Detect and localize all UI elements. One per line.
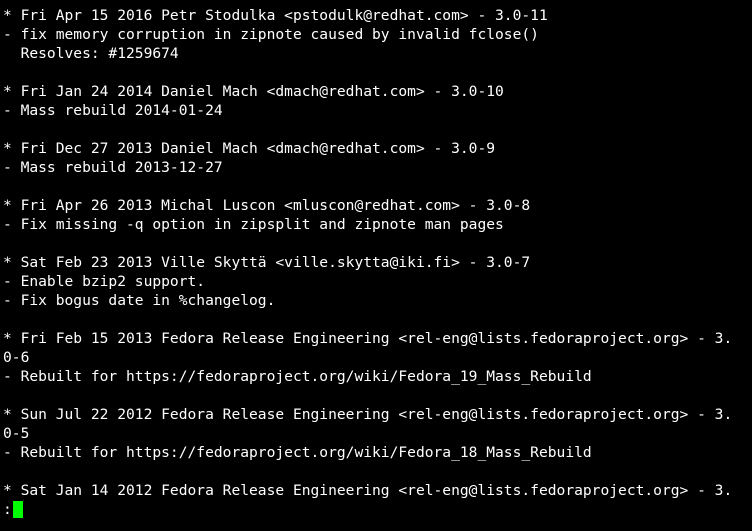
terminal-line: Resolves: #1259674 <box>3 45 179 62</box>
terminal-line: * Sat Feb 23 2013 Ville Skyttä <ville.sk… <box>3 254 531 271</box>
terminal-line: * Sun Jul 22 2012 Fedora Release Enginee… <box>3 406 733 423</box>
terminal-line: * Fri Apr 15 2016 Petr Stodulka <pstodul… <box>3 7 548 24</box>
terminal-line: - Rebuilt for https://fedoraproject.org/… <box>3 444 592 461</box>
terminal-line: - Enable bzip2 support. <box>3 273 206 290</box>
terminal-line: - fix memory corruption in zipnote cause… <box>3 26 539 43</box>
cursor-icon <box>12 501 23 518</box>
terminal-line: - Fix bogus date in %changelog. <box>3 292 276 309</box>
terminal-line: * Fri Dec 27 2013 Daniel Mach <dmach@red… <box>3 140 496 157</box>
terminal-line: - Mass rebuild 2014-01-24 <box>3 102 223 119</box>
pager-prompt-line[interactable]: : <box>3 500 752 519</box>
terminal-line: - Rebuilt for https://fedoraproject.org/… <box>3 368 592 385</box>
terminal-line: * Sat Jan 14 2012 Fedora Release Enginee… <box>3 482 733 499</box>
pager-prompt: : <box>3 501 12 518</box>
terminal-line: * Fri Feb 15 2013 Fedora Release Enginee… <box>3 330 733 347</box>
terminal-line: - Mass rebuild 2013-12-27 <box>3 159 223 176</box>
terminal-line: - Fix missing -q option in zipsplit and … <box>3 216 504 233</box>
terminal-line: * Fri Jan 24 2014 Daniel Mach <dmach@red… <box>3 83 504 100</box>
terminal-output: * Fri Apr 15 2016 Petr Stodulka <pstodul… <box>3 6 752 500</box>
terminal-line: * Fri Apr 26 2013 Michal Luscon <mluscon… <box>3 197 531 214</box>
terminal-line: 0-6 <box>3 349 30 366</box>
terminal-line: 0-5 <box>3 425 30 442</box>
terminal-window[interactable]: * Fri Apr 15 2016 Petr Stodulka <pstodul… <box>0 0 752 531</box>
